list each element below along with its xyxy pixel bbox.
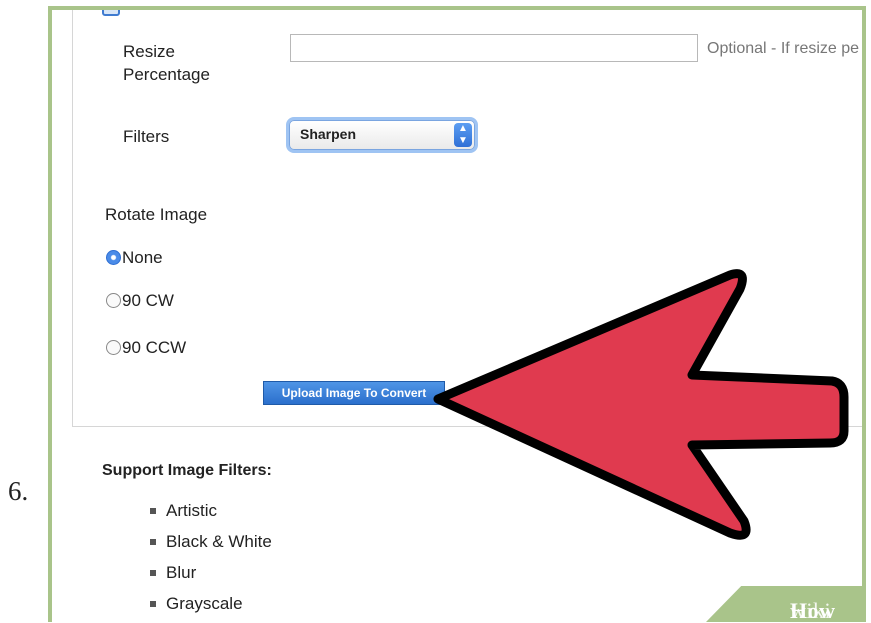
radio-unchecked-icon[interactable] xyxy=(106,293,121,308)
rotate-option-label: 90 CCW xyxy=(122,338,187,357)
upload-image-button[interactable]: Upload Image To Convert xyxy=(263,381,445,405)
resize-hint-text: Optional - If resize pe xyxy=(707,40,860,57)
select-arrows-icon: ▲ ▼ xyxy=(454,123,472,147)
list-item: Artistic xyxy=(148,501,272,532)
resize-percentage-label: Resize Percentage xyxy=(123,42,210,84)
resize-percentage-input[interactable] xyxy=(290,34,698,62)
rotate-option-label: None xyxy=(122,248,163,267)
screenshot-frame: Resize Percentage Optional - If resize p… xyxy=(48,6,866,622)
rotate-option-label: 90 CW xyxy=(122,291,174,310)
radio-unchecked-icon[interactable] xyxy=(106,340,121,355)
list-item: Blur xyxy=(148,563,272,594)
wikihow-watermark: wiki How xyxy=(706,586,862,622)
pointer-arrow-icon xyxy=(433,269,849,540)
filter-list: Artistic Black & White Blur Grayscale xyxy=(148,501,272,622)
list-item: Black & White xyxy=(148,532,272,563)
filters-select-value: Sharpen xyxy=(300,126,357,142)
filters-label: Filters xyxy=(123,127,170,146)
watermark-how: How xyxy=(790,598,836,622)
support-filters-title: Support Image Filters: xyxy=(102,462,272,479)
list-item: Grayscale xyxy=(148,594,272,622)
rotate-image-label: Rotate Image xyxy=(105,205,208,224)
filters-select[interactable]: Sharpen ▲ ▼ xyxy=(289,120,475,150)
step-number: 6. xyxy=(8,476,29,506)
radio-checked-icon[interactable] xyxy=(106,250,121,265)
